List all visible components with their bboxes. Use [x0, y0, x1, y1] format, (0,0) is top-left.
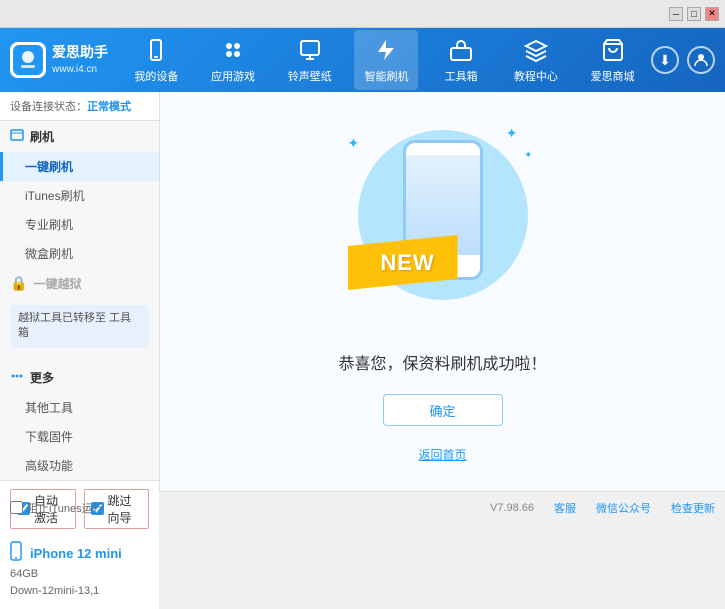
sidebar-item-itunes-flash[interactable]: iTunes刷机 — [0, 181, 159, 210]
status-bar: 设备连接状态：正常模式 — [0, 92, 159, 121]
more-section-icon — [10, 369, 24, 386]
smart-flash-icon — [372, 36, 400, 64]
nav-tutorials[interactable]: 教程中心 — [504, 30, 568, 90]
success-illustration: ✦ NEW ✦ ✦ ✦ ✦ — [343, 120, 543, 330]
itunes-checkbox[interactable] — [10, 501, 23, 514]
sparkle-1: ✦ — [348, 135, 360, 152]
jailbreak-icon: 🔒 — [10, 275, 27, 292]
new-label: NEW — [380, 250, 434, 276]
titlebar: ─ □ ✕ — [0, 0, 725, 28]
jailbreak-section-header[interactable]: 🔒 一键越狱 — [0, 268, 159, 299]
shop-icon — [599, 36, 627, 64]
service-link[interactable]: 客服 — [554, 500, 576, 516]
itunes-label[interactable]: 阻止iTunes运行 — [27, 500, 104, 516]
sidebar-item-download-firmware[interactable]: 下载固件 — [0, 422, 159, 451]
nav-ringtones[interactable]: 铃声壁纸 — [278, 30, 342, 90]
device-firmware: Down-12mini-13,1 — [10, 583, 149, 601]
sidebar-item-advanced[interactable]: 高级功能 — [0, 451, 159, 480]
update-link[interactable]: 检查更新 — [671, 500, 715, 516]
sidebar-item-pro-flash[interactable]: 专业刷机 — [0, 210, 159, 239]
tutorials-icon — [522, 36, 550, 64]
nav-right-controls: ⬇ — [651, 46, 715, 74]
sidebar-item-onekey-flash[interactable]: 一键刷机 — [0, 152, 159, 181]
maximize-button[interactable]: □ — [687, 7, 701, 21]
window-controls: ─ □ ✕ — [669, 7, 719, 21]
toolbox-icon — [447, 36, 475, 64]
flash-section-header[interactable]: 刷机 — [0, 121, 159, 152]
close-button[interactable]: ✕ — [705, 7, 719, 21]
jailbreak-section: 🔒 一键越狱 越狱工具已转移至 工具箱 — [0, 268, 159, 354]
nav-toolbox[interactable]: 工具箱 — [431, 30, 491, 90]
sidebar: 设备连接状态：正常模式 刷机 一键刷机 iTunes刷机 专业刷机 微盒刷机 🔒… — [0, 92, 160, 491]
sidebar-item-other-tools[interactable]: 其他工具 — [0, 393, 159, 422]
nav-items: 我的设备 应用游戏 铃声壁纸 智能刷机 工具箱 — [118, 30, 651, 90]
main-content: ✦ NEW ✦ ✦ ✦ ✦ 恭喜您，保资料刷机成功啦！ 确定 返回首页 — [160, 92, 725, 491]
jailbreak-note: 越狱工具已转移至 工具箱 — [10, 305, 149, 348]
version-label: V7.98.66 — [490, 502, 534, 514]
confirm-button[interactable]: 确定 — [383, 394, 503, 426]
ringtones-icon — [296, 36, 324, 64]
wechat-link[interactable]: 微信公众号 — [596, 500, 651, 516]
nav-my-device[interactable]: 我的设备 — [124, 30, 188, 90]
top-navigation: 爱思助手 www.i4.cn 我的设备 应用游戏 铃声壁纸 智 — [0, 28, 725, 92]
user-button[interactable] — [687, 46, 715, 74]
more-section: 更多 其他工具 下载固件 高级功能 — [0, 362, 159, 480]
sparkle-2: ✦ — [506, 125, 518, 142]
apps-games-icon — [219, 36, 247, 64]
nav-shop[interactable]: 爱思商城 — [581, 30, 645, 90]
minimize-button[interactable]: ─ — [669, 7, 683, 21]
sparkle-3: ✦ — [524, 150, 532, 161]
back-link[interactable]: 返回首页 — [418, 446, 466, 463]
logo-text: 爱思助手 www.i4.cn — [52, 43, 108, 77]
my-device-icon — [142, 36, 170, 64]
device-info: iPhone 12 mini 64GB Down-12mini-13,1 — [10, 535, 149, 601]
device-icon — [10, 541, 22, 566]
download-button[interactable]: ⬇ — [651, 46, 679, 74]
flash-section-icon — [10, 128, 24, 145]
flash-section: 刷机 一键刷机 iTunes刷机 专业刷机 微盒刷机 — [0, 121, 159, 268]
nav-smart-flash[interactable]: 智能刷机 — [354, 30, 418, 90]
sidebar-item-micro-flash[interactable]: 微盒刷机 — [0, 239, 159, 268]
logo: 爱思助手 www.i4.cn — [10, 42, 108, 78]
logo-icon — [10, 42, 46, 78]
success-message: 恭喜您，保资料刷机成功啦！ — [338, 350, 546, 374]
footer-left: 阻止iTunes运行 — [10, 500, 104, 516]
device-storage: 64GB — [10, 566, 149, 584]
more-section-header[interactable]: 更多 — [0, 362, 159, 393]
nav-apps-games[interactable]: 应用游戏 — [201, 30, 265, 90]
